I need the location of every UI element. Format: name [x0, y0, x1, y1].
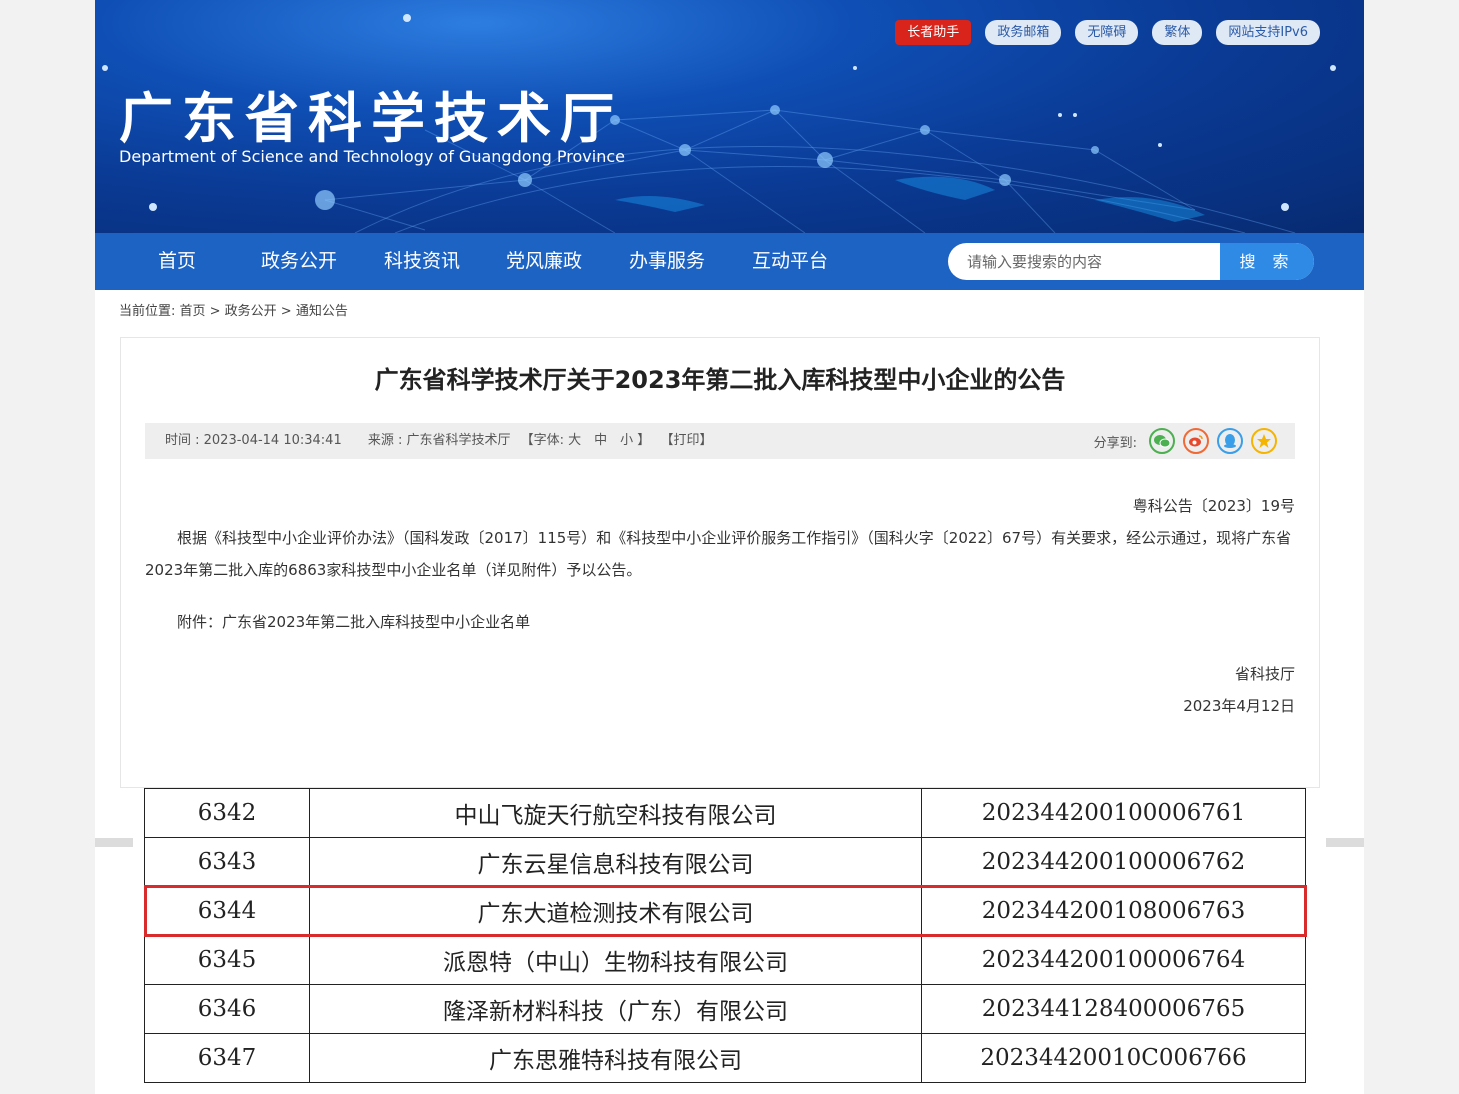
enterprise-code: 202344200100006764	[921, 935, 1306, 985]
company-name: 派恩特（中山）生物科技有限公司	[309, 935, 922, 985]
enterprise-code: 202344200100006761	[921, 788, 1306, 838]
site-title: 广东省科学技术厅	[119, 86, 623, 150]
ipv6-badge[interactable]: 网站支持IPv6	[1216, 20, 1320, 45]
breadcrumb: 当前位置: 首页 > 政务公开 > 通知公告	[119, 304, 348, 319]
company-name: 广东思雅特科技有限公司	[309, 1033, 922, 1083]
site-subtitle: Department of Science and Technology of …	[119, 147, 625, 166]
row-number: 6343	[144, 837, 310, 887]
header-banner: 广东省科学技术厅 Department of Science and Techn…	[95, 0, 1364, 233]
share-label: 分享到:	[1093, 435, 1137, 451]
print-link[interactable]: 【打印】	[660, 433, 712, 448]
company-name: 隆泽新材料科技（广东）有限公司	[309, 984, 922, 1034]
row-number: 6345	[144, 935, 310, 985]
sign-date: 2023年4月12日	[1183, 697, 1295, 715]
table-row: 6347 广东思雅特科技有限公司 20234420010C006766	[144, 1033, 1306, 1083]
divider-left	[95, 838, 133, 847]
accessibility-link[interactable]: 无障碍	[1075, 20, 1139, 45]
nav-item-gov-affairs[interactable]: 政务公开	[261, 233, 337, 290]
signer: 省科技厅	[1234, 665, 1295, 683]
qq-icon[interactable]	[1217, 428, 1243, 454]
row-number: 6347	[144, 1033, 310, 1083]
nav-item-interaction[interactable]: 互动平台	[752, 233, 828, 290]
highlight-box	[144, 885, 1307, 937]
font-size-controls[interactable]: 【字体: 大 中 小 】	[521, 433, 651, 448]
company-name: 中山飞旋天行航空科技有限公司	[309, 788, 922, 838]
table-row: 6346 隆泽新材料科技（广东）有限公司 202344128400006765	[144, 984, 1306, 1034]
table-row: 6345 派恩特（中山）生物科技有限公司 202344200100006764	[144, 935, 1306, 985]
nav-item-services[interactable]: 办事服务	[629, 233, 705, 290]
gov-mailbox-link[interactable]: 政务邮箱	[985, 20, 1062, 45]
elder-assistant-link[interactable]: 长者助手	[895, 20, 972, 45]
article-paragraph: 根据《科技型中小企业评价办法》（国科发政〔2017〕115号）和《科技型中小企业…	[145, 529, 1292, 579]
main-nav: 首页 政务公开 科技资讯 党风廉政 办事服务 互动平台 搜 索	[95, 233, 1364, 290]
article-panel: 广东省科学技术厅关于2023年第二批入库科技型中小企业的公告 时间 : 2023…	[120, 337, 1320, 788]
search-input[interactable]	[948, 243, 1220, 280]
article-meta-bar: 时间 : 2023-04-14 10:34:41 来源 : 广东省科学技术厅 【…	[145, 423, 1295, 459]
article-title: 广东省科学技术厅关于2023年第二批入库科技型中小企业的公告	[374, 366, 1066, 394]
attachment-link[interactable]: 附件：广东省2023年第二批入库科技型中小企业名单	[145, 606, 1295, 638]
article-source: 来源 : 广东省科学技术厅	[367, 433, 511, 448]
enterprise-code: 202344200100006762	[921, 837, 1306, 887]
table-row: 6343 广东云星信息科技有限公司 202344200100006762	[144, 837, 1306, 887]
qzone-icon[interactable]	[1251, 428, 1277, 454]
divider-right	[1326, 838, 1364, 847]
table-row: 6342 中山飞旋天行航空科技有限公司 202344200100006761	[144, 788, 1306, 838]
row-number: 6346	[144, 984, 310, 1034]
search-button[interactable]: 搜 索	[1220, 243, 1314, 280]
weibo-icon[interactable]	[1183, 428, 1209, 454]
traditional-chinese-link[interactable]: 繁体	[1152, 20, 1203, 45]
nav-item-tech-news[interactable]: 科技资讯	[384, 233, 460, 290]
enterprise-code: 202344128400006765	[921, 984, 1306, 1034]
wechat-icon[interactable]	[1149, 428, 1175, 454]
company-name: 广东云星信息科技有限公司	[309, 837, 922, 887]
top-links: 长者助手 政务邮箱 无障碍 繁体 网站支持IPv6	[895, 20, 1320, 45]
share-bar: 分享到:	[1094, 428, 1277, 454]
row-number: 6342	[144, 788, 310, 838]
article-body: 粤科公告〔2023〕19号 根据《科技型中小企业评价办法》（国科发政〔2017〕…	[145, 490, 1295, 722]
publish-time: 时间 : 2023-04-14 10:34:41	[165, 433, 342, 448]
nav-item-home[interactable]: 首页	[158, 233, 196, 290]
nav-item-integrity[interactable]: 党风廉政	[506, 233, 582, 290]
enterprise-code: 20234420010C006766	[921, 1033, 1306, 1083]
search-box: 搜 索	[948, 243, 1314, 280]
document-number: 粤科公告〔2023〕19号	[1132, 497, 1295, 515]
